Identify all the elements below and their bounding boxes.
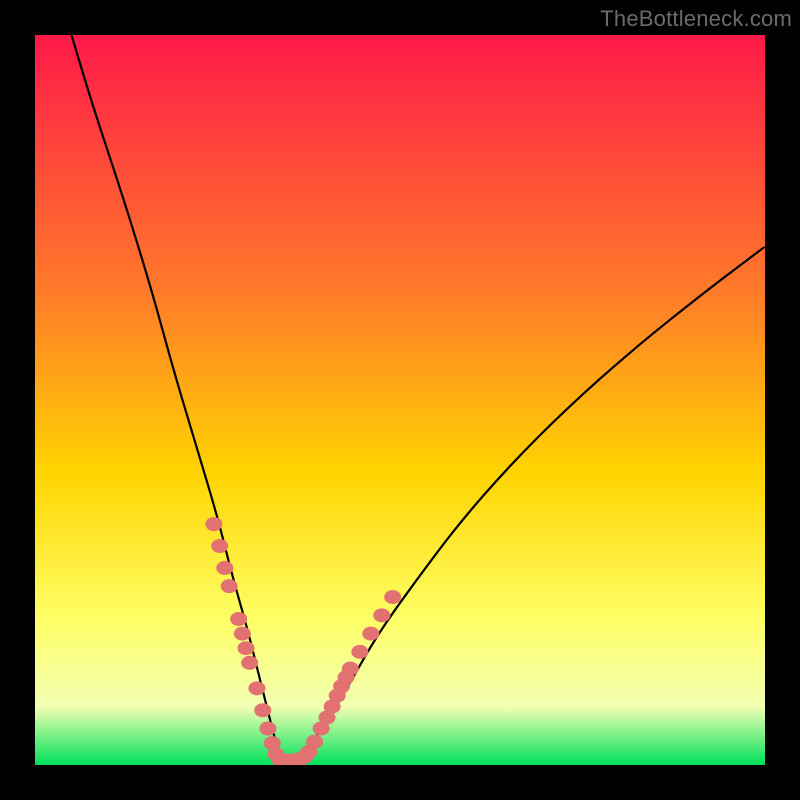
outer-frame: TheBottleneck.com [0,0,800,800]
curve-marker [373,608,390,622]
curve-marker [384,590,401,604]
curve-marker [241,656,258,670]
curve-marker [351,645,368,659]
curve-marker [254,703,271,717]
curve-marker [362,627,379,641]
chart-plot-area [35,35,765,765]
curve-marker [211,539,228,553]
curve-marker [342,662,359,676]
curve-marker [221,579,238,593]
curve-marker [230,612,247,626]
curve-marker [237,641,254,655]
curve-marker [216,561,233,575]
curve-marker [205,517,222,531]
watermark-text: TheBottleneck.com [600,6,792,32]
chart-svg [35,35,765,765]
curve-marker [248,681,265,695]
curve-marker [259,722,276,736]
chart-background-gradient [35,35,765,765]
curve-marker [306,735,323,749]
curve-marker [234,627,251,641]
